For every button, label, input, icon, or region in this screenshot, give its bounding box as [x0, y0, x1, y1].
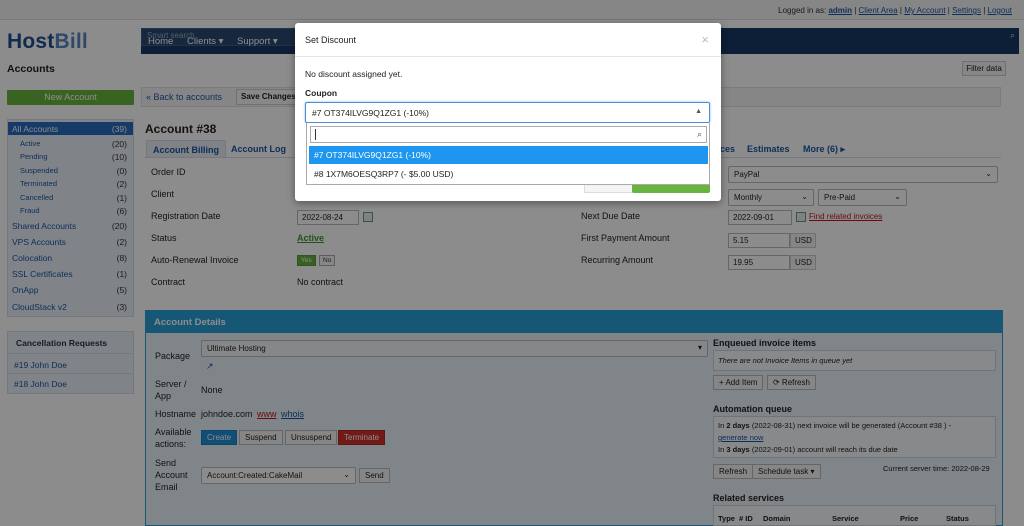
- text-cursor: [315, 129, 316, 140]
- close-icon[interactable]: ×: [701, 32, 709, 47]
- coupon-search-input[interactable]: ⌕: [310, 126, 707, 143]
- coupon-selected-value: #7 OT374ILVG9Q1ZG1 (-10%): [312, 108, 430, 118]
- search-icon: ⌕: [696, 129, 702, 139]
- modal-title: Set Discount: [305, 35, 357, 45]
- coupon-select[interactable]: #7 OT374ILVG9Q1ZG1 (-10%) ▲: [305, 102, 710, 123]
- coupon-option[interactable]: #7 OT374ILVG9Q1ZG1 (-10%): [309, 146, 708, 164]
- modal-header: [295, 23, 721, 57]
- coupon-option[interactable]: #8 1X7M6OESQ3RP7 (- $5.00 USD): [309, 165, 708, 183]
- coupon-label: Coupon: [305, 88, 338, 98]
- coupon-dropdown: ⌕ #7 OT374ILVG9Q1ZG1 (-10%) #8 1X7M6OESQ…: [306, 123, 710, 185]
- no-discount-text: No discount assigned yet.: [305, 69, 403, 79]
- chevron-up-icon: ▲: [695, 108, 702, 115]
